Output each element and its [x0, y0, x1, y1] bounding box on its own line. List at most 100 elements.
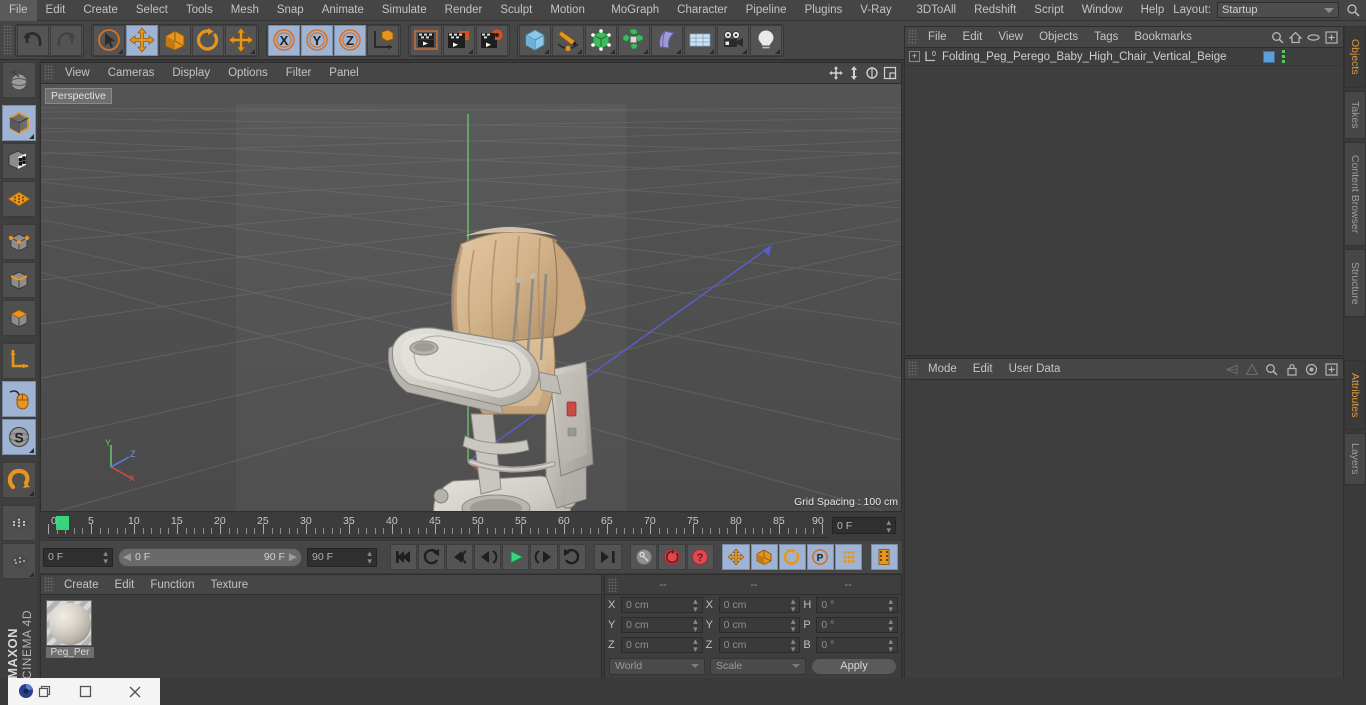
expand-toggle-icon[interactable]: + [909, 51, 920, 62]
size-z-input[interactable]: 0 cm ▴ ▾ [718, 637, 801, 654]
y-axis-lock[interactable]: Y [301, 24, 333, 56]
position-z-input[interactable]: 0 cm ▴ ▾ [621, 637, 703, 654]
scale-tool[interactable] [159, 24, 191, 56]
attributes-menu-user-data[interactable]: User Data [1001, 359, 1069, 380]
material-menu-function[interactable]: Function [142, 575, 202, 595]
world-object-coord-toggle[interactable] [367, 24, 399, 56]
object-menu-view[interactable]: View [990, 27, 1031, 48]
viewport-menu-options[interactable]: Options [219, 63, 277, 84]
menu-item-create[interactable]: Create [74, 0, 127, 21]
spinner-icon[interactable]: ▴ ▾ [888, 617, 893, 634]
viewport-menu-display[interactable]: Display [163, 63, 219, 84]
polygons-mode-button[interactable] [2, 300, 36, 336]
menu-item-vray-bridge[interactable]: V-Ray Bridge [851, 0, 907, 37]
undo-button[interactable] [17, 24, 49, 56]
menu-item-window[interactable]: Window [1073, 0, 1132, 21]
material-manager-grip[interactable] [44, 577, 54, 592]
live-selection-tool[interactable] [93, 24, 125, 56]
model-mode-button[interactable] [2, 105, 36, 141]
rotation-h-input[interactable]: 0 ° ▴ ▾ [816, 597, 899, 614]
rotate-tool[interactable] [192, 24, 224, 56]
target-icon[interactable] [1304, 362, 1319, 377]
timeline-playhead[interactable] [56, 516, 69, 530]
record-parameter-button[interactable]: P [806, 544, 834, 570]
position-y-input[interactable]: 0 cm ▴ ▾ [621, 617, 703, 634]
texture-mode-button[interactable] [2, 143, 36, 179]
add-camera-button[interactable] [717, 24, 749, 56]
apply-button[interactable]: Apply [811, 657, 897, 675]
lock-icon[interactable] [1284, 362, 1299, 377]
record-active-objects-button[interactable] [630, 544, 658, 570]
keyframe-mode-button[interactable] [870, 544, 899, 570]
coord-system-dropdown[interactable]: World [609, 657, 705, 675]
redo-button[interactable] [50, 24, 82, 56]
eye-icon[interactable] [1306, 30, 1321, 45]
spinner-icon[interactable]: ▴ ▾ [693, 617, 698, 634]
x-axis-lock[interactable]: X [268, 24, 300, 56]
workplane-mode-button[interactable] [2, 181, 36, 217]
spinner-icon[interactable]: ▴ ▾ [103, 549, 108, 566]
menu-item-redshift[interactable]: Redshift [965, 0, 1025, 21]
spinner-icon[interactable]: ▴ ▾ [693, 597, 698, 614]
go-to-end-button[interactable] [594, 544, 622, 570]
record-rotation-button[interactable] [778, 544, 806, 570]
range-left-arrow-icon[interactable]: ◀ [123, 551, 131, 563]
add-array-button[interactable] [618, 24, 650, 56]
object-menu-bookmarks[interactable]: Bookmarks [1126, 27, 1200, 48]
history-forward-icon[interactable] [1244, 362, 1259, 377]
plus-box-icon[interactable] [1324, 362, 1339, 377]
size-y-input[interactable]: 0 cm ▴ ▾ [718, 617, 801, 634]
spinner-icon[interactable]: ▴ ▾ [367, 549, 372, 566]
menu-item-snap[interactable]: Snap [268, 0, 313, 21]
coordinates-grip[interactable] [608, 577, 618, 592]
go-to-start-button[interactable] [389, 544, 417, 570]
move-tool[interactable] [126, 24, 158, 56]
viewport-solo-button[interactable] [2, 381, 36, 417]
step-back-button[interactable] [474, 544, 502, 570]
object-menu-file[interactable]: File [920, 27, 955, 48]
tab-attributes[interactable]: Attributes [1344, 360, 1366, 430]
attributes-menu-mode[interactable]: Mode [920, 359, 965, 380]
autokeying-button[interactable] [658, 544, 686, 570]
edges-mode-button[interactable] [2, 262, 36, 298]
object-menu-edit[interactable]: Edit [955, 27, 991, 48]
menu-item-render[interactable]: Render [436, 0, 492, 21]
viewport-canvas[interactable]: Perspective Y X Z Grid Spacing : 100 cm [41, 84, 901, 511]
menu-item-edit[interactable]: Edit [37, 0, 75, 21]
object-menu-tags[interactable]: Tags [1086, 27, 1126, 48]
play-button[interactable] [502, 544, 530, 570]
add-primitive-cube-button[interactable] [519, 24, 551, 56]
search-icon[interactable] [1270, 30, 1285, 45]
menu-item-character[interactable]: Character [668, 0, 737, 21]
layout-dropdown[interactable]: Startup [1217, 2, 1339, 18]
viewport-menu-filter[interactable]: Filter [277, 63, 321, 84]
add-spline-pen-button[interactable] [552, 24, 584, 56]
points-mode-button[interactable] [2, 224, 36, 260]
range-right-arrow-icon[interactable]: ▶ [289, 551, 297, 563]
viewport-grip[interactable] [44, 65, 54, 81]
object-manager-grip[interactable] [908, 29, 918, 45]
tab-takes[interactable]: Takes [1344, 91, 1366, 139]
pan-icon[interactable] [828, 65, 844, 81]
preview-range-slider[interactable]: ◀ 0 F 90 F ▶ [117, 547, 302, 567]
magnet-tool-button[interactable] [2, 462, 36, 498]
position-x-input[interactable]: 0 cm ▴ ▾ [621, 597, 703, 614]
spinner-icon[interactable]: ▴ ▾ [888, 637, 893, 654]
size-mode-dropdown[interactable]: Scale [710, 657, 806, 675]
history-back-icon[interactable] [1224, 362, 1239, 377]
rotate-icon[interactable] [864, 65, 880, 81]
viewport-menu-cameras[interactable]: Cameras [99, 63, 164, 84]
add-environment-button[interactable] [684, 24, 716, 56]
viewport-menu-view[interactable]: View [56, 63, 99, 84]
record-position-button[interactable] [722, 544, 750, 570]
menu-item-tools[interactable]: Tools [177, 0, 222, 21]
menu-item-select[interactable]: Select [127, 0, 177, 21]
menu-item-pipeline[interactable]: Pipeline [737, 0, 796, 21]
c4d-app-icon[interactable] [8, 678, 60, 705]
visibility-dots-icon[interactable] [1282, 50, 1285, 63]
previous-key-button[interactable] [445, 544, 474, 570]
search-icon[interactable] [1264, 362, 1279, 377]
add-generator-button[interactable] [585, 24, 617, 56]
spinner-icon[interactable]: ▴ ▾ [791, 597, 796, 614]
spinner-icon[interactable]: ▴ ▾ [888, 597, 893, 614]
